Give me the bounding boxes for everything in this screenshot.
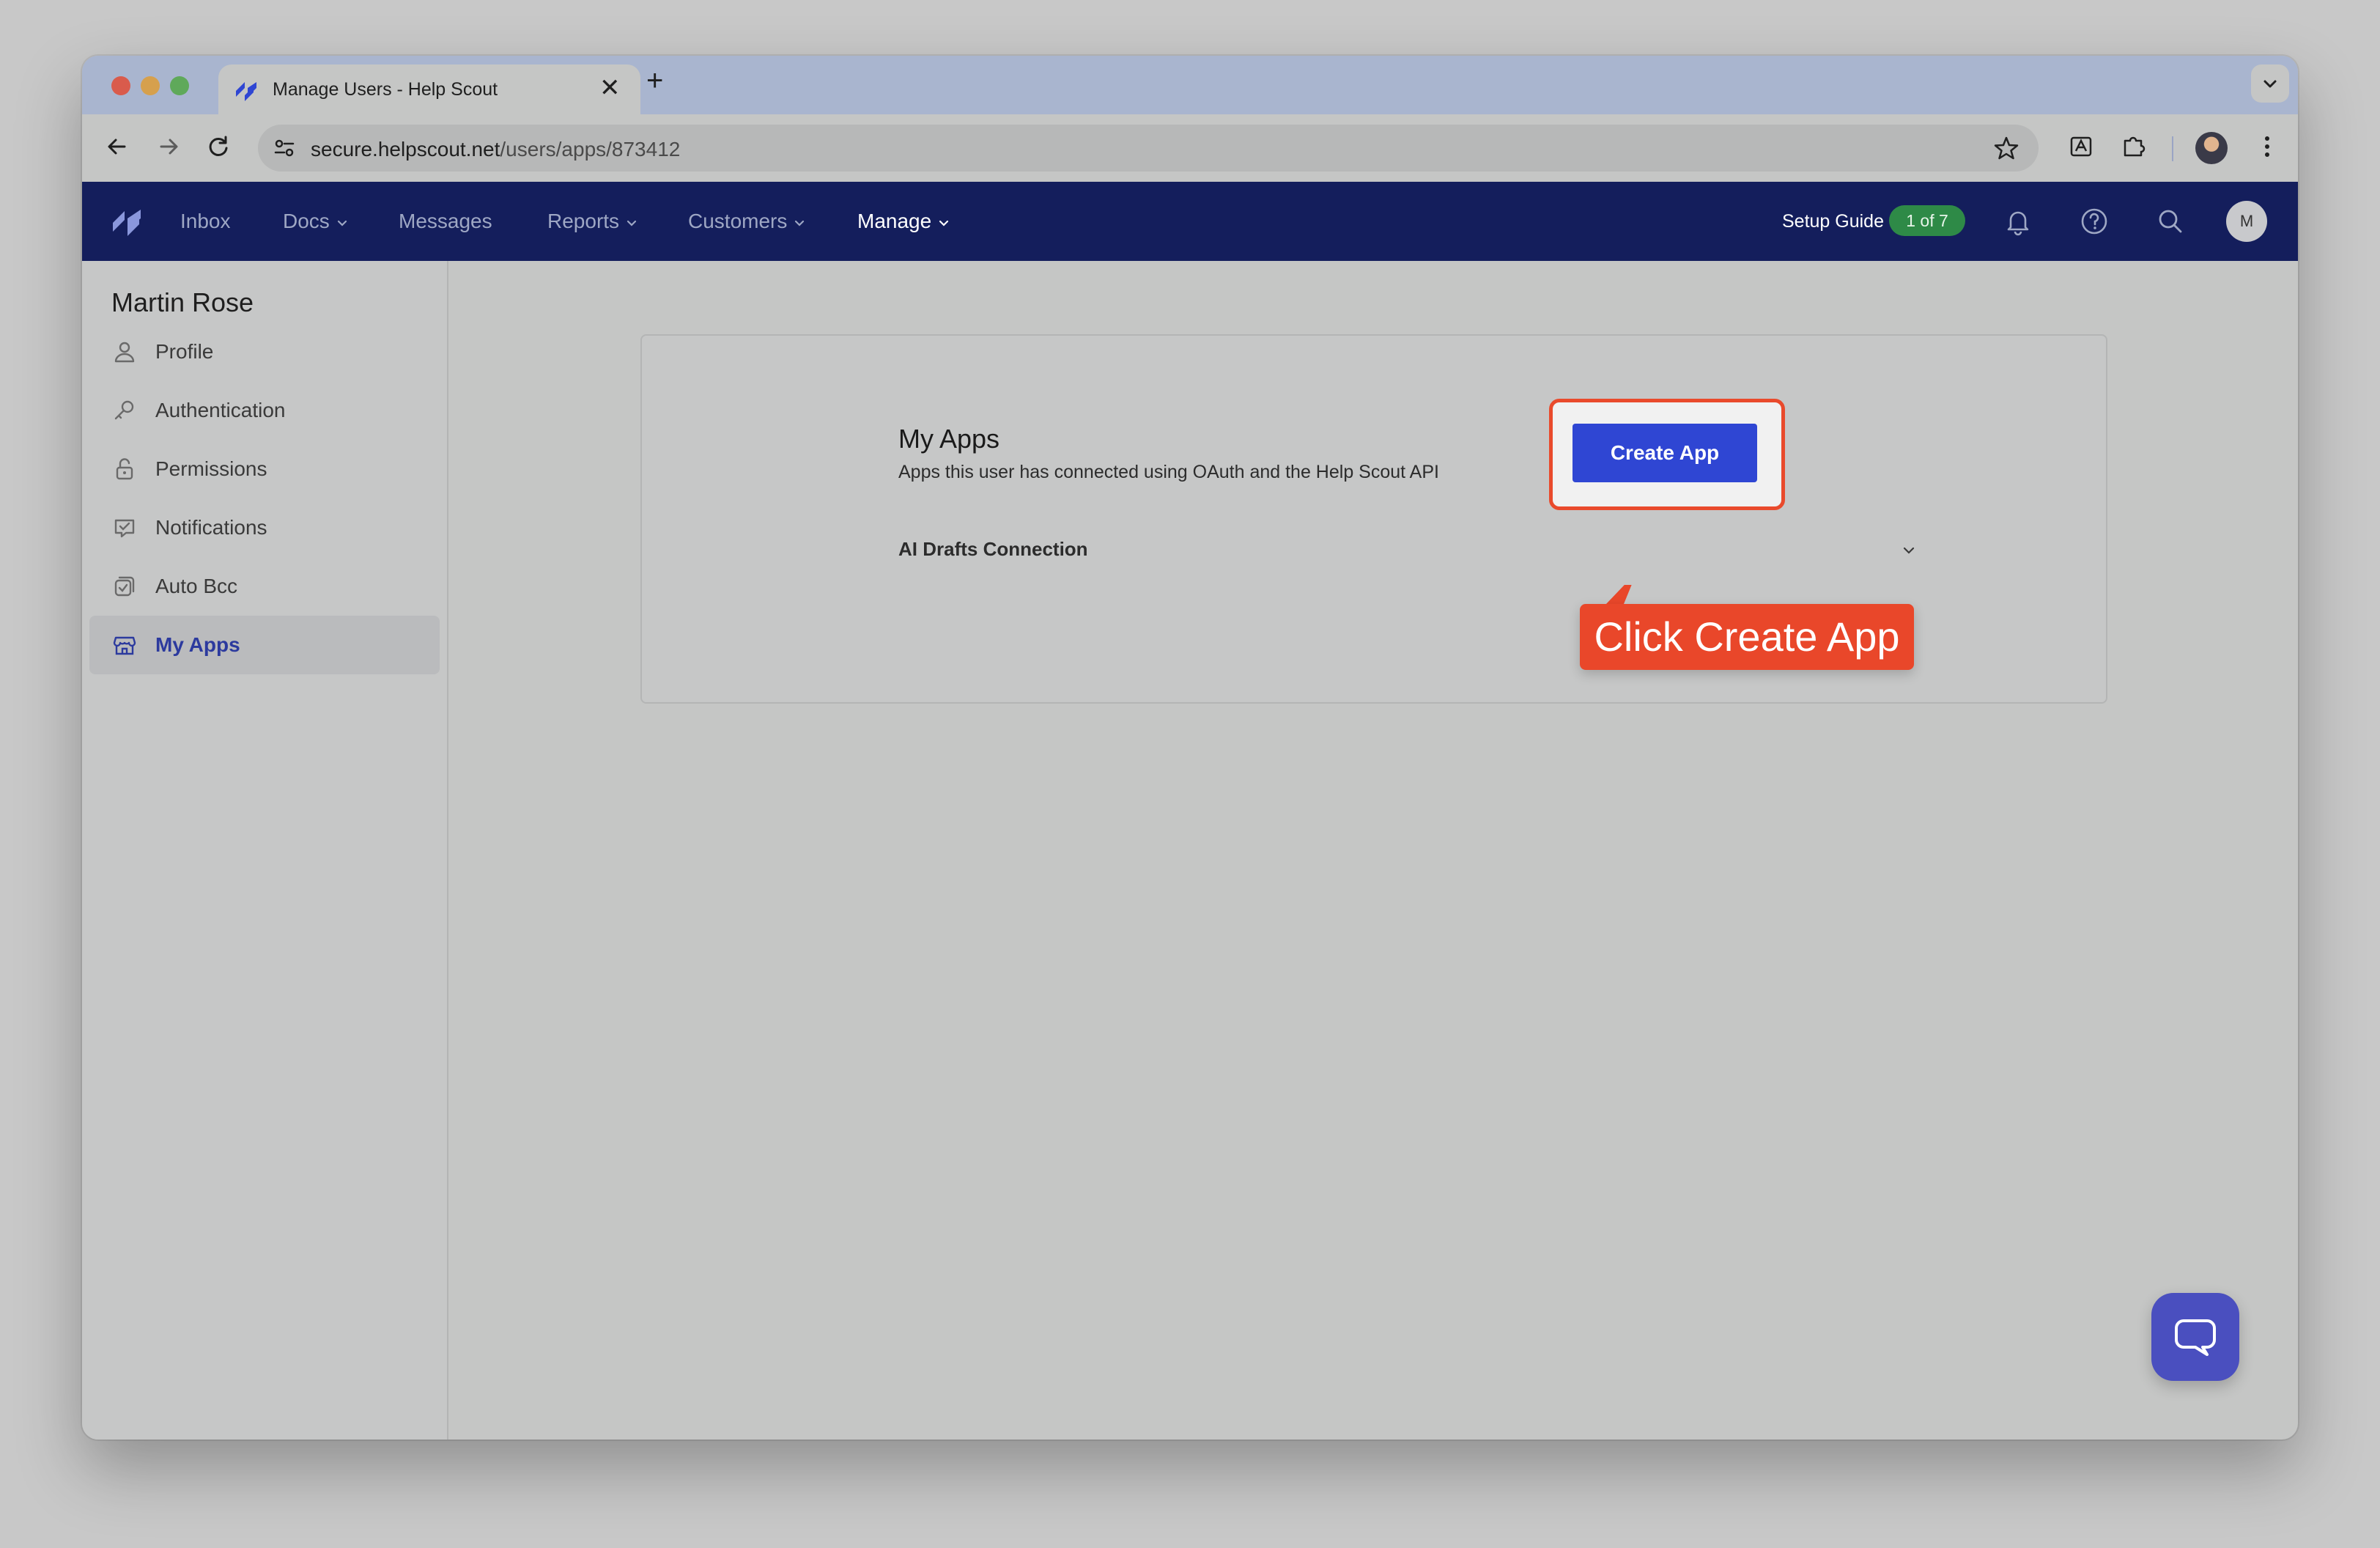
key-icon [114, 400, 134, 420]
sidebar-item-label: Auto Bcc [155, 575, 238, 597]
setup-guide-link[interactable]: Setup Guide [1782, 210, 1884, 233]
close-window-button[interactable] [111, 76, 130, 95]
auto-bcc-icon [114, 576, 135, 597]
sidebar-item-permissions[interactable]: Permissions [89, 440, 440, 498]
reload-button[interactable] [202, 130, 234, 163]
sidebar-item-authentication[interactable]: Authentication [89, 381, 440, 440]
helpscout-logo-icon[interactable] [111, 207, 142, 237]
nav-reports-label: Reports [547, 210, 620, 232]
nav-docs[interactable]: Docs [283, 208, 349, 235]
arrow-right-icon [160, 139, 178, 155]
nav-messages[interactable]: Messages [399, 208, 492, 235]
reload-icon [209, 136, 228, 156]
bell-icon[interactable] [2000, 204, 2036, 239]
help-icon[interactable] [2077, 204, 2112, 239]
browser-menu-icon[interactable] [2251, 130, 2283, 163]
nav-manage-label: Manage [857, 210, 932, 232]
chevron-down-icon [2263, 80, 2277, 88]
store-icon [113, 636, 136, 655]
browser-tab[interactable]: Manage Users - Help Scout ✕ [218, 64, 640, 114]
nav-docs-label: Docs [283, 210, 330, 232]
sidebar-item-label: Profile [155, 340, 214, 363]
site-settings-icon[interactable] [271, 135, 298, 161]
sidebar-item-my-apps[interactable]: My Apps [89, 616, 440, 674]
tab-close-icon[interactable]: ✕ [599, 75, 621, 101]
browser-toolbar: secure.helpscout.net/users/apps/873412 [82, 114, 2298, 182]
app-header: Inbox Docs Messages Reports Customers Ma… [82, 182, 2298, 261]
url-text: secure.helpscout.net/users/apps/873412 [311, 138, 680, 161]
page-title: My Apps [898, 424, 1000, 454]
sidebar-item-label: Notifications [155, 516, 267, 539]
create-app-button[interactable]: Create App [1572, 424, 1757, 482]
sidebar-item-label: My Apps [155, 633, 240, 656]
setup-guide-badge[interactable]: 1 of 7 [1889, 205, 1965, 236]
tab-strip: Manage Users - Help Scout ✕ + [82, 56, 2298, 114]
url-path: /users/apps/873412 [500, 138, 681, 161]
settings-sidebar: Martin Rose Profile Authentication Permi… [82, 261, 448, 1440]
nav-inbox[interactable]: Inbox [180, 208, 231, 235]
notification-icon [114, 519, 135, 538]
reading-mode-icon[interactable] [2065, 130, 2097, 163]
back-button[interactable] [101, 130, 133, 163]
chevron-down-icon [627, 220, 637, 226]
maximize-window-button[interactable] [170, 76, 189, 95]
forward-button[interactable] [152, 130, 185, 163]
minimize-window-button[interactable] [141, 76, 160, 95]
bookmark-star-icon[interactable] [1993, 135, 2019, 161]
my-apps-card: My Apps Apps this user has connected usi… [640, 334, 2107, 704]
arrow-left-icon [108, 139, 126, 155]
nav-reports[interactable]: Reports [547, 208, 638, 235]
sidebar-item-notifications[interactable]: Notifications [89, 498, 440, 557]
browser-window: Manage Users - Help Scout ✕ + secure.hel… [82, 56, 2298, 1440]
nav-customers-label: Customers [688, 210, 788, 232]
url-domain: secure.helpscout.net [311, 138, 500, 161]
app-item-ai-drafts-connection[interactable]: AI Drafts Connection [898, 538, 1088, 561]
annotation-callout: Click Create App [1580, 604, 1914, 670]
sidebar-item-label: Permissions [155, 457, 267, 480]
nav-customers[interactable]: Customers [688, 208, 806, 235]
chevron-down-icon [939, 220, 949, 226]
extensions-icon[interactable] [2118, 130, 2150, 163]
browser-profile-avatar[interactable] [2195, 132, 2228, 164]
tab-search-button[interactable] [2251, 64, 2289, 103]
chevron-down-icon[interactable] [1901, 542, 1917, 559]
search-icon[interactable] [2153, 204, 2188, 239]
user-icon [114, 342, 135, 363]
chevron-down-icon [337, 220, 347, 226]
lock-icon [116, 458, 133, 480]
toolbar-separator [2172, 136, 2173, 161]
sidebar-item-profile[interactable]: Profile [89, 322, 440, 381]
sidebar-item-auto-bcc[interactable]: Auto Bcc [89, 557, 440, 616]
help-beacon-button[interactable] [2151, 1293, 2239, 1381]
nav-manage[interactable]: Manage [857, 208, 950, 235]
tab-title: Manage Users - Help Scout [273, 79, 498, 100]
plus-icon: + [646, 64, 664, 97]
helpscout-logo-icon [236, 82, 256, 101]
chevron-down-icon [795, 220, 805, 226]
sidebar-item-label: Authentication [155, 399, 286, 421]
sidebar-user-name: Martin Rose [111, 287, 254, 317]
address-bar[interactable]: secure.helpscout.net/users/apps/873412 [258, 125, 2039, 172]
user-avatar[interactable]: M [2226, 201, 2267, 242]
page-subtitle: Apps this user has connected using OAuth… [898, 462, 1439, 482]
chat-bubble-icon [2175, 1319, 2216, 1356]
